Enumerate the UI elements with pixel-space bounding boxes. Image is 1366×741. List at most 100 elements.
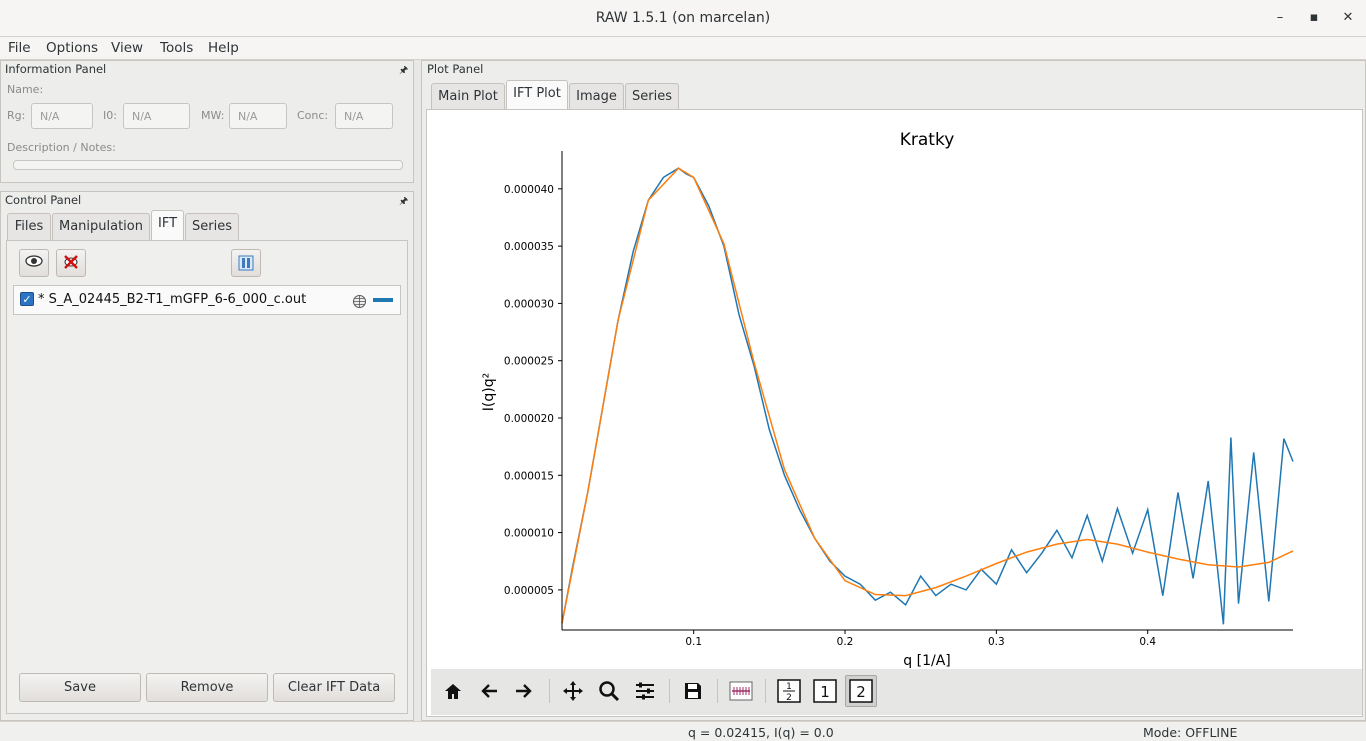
svg-text:1: 1 xyxy=(820,683,830,701)
hide-eye-icon xyxy=(64,255,78,269)
name-label: Name: xyxy=(7,83,44,96)
menu-options[interactable]: Options xyxy=(46,40,98,56)
menu-file[interactable]: File xyxy=(8,40,31,56)
conc-field[interactable]: N/A xyxy=(335,103,393,129)
configure-subplots-button[interactable] xyxy=(629,675,661,707)
rg-field[interactable]: N/A xyxy=(31,103,93,129)
toolbar-separator xyxy=(669,679,670,703)
tab-ift-plot[interactable]: IFT Plot xyxy=(506,80,568,110)
save-figure-button[interactable] xyxy=(677,675,709,707)
zoom-button[interactable] xyxy=(593,675,625,707)
pan-button[interactable] xyxy=(557,675,589,707)
pin-icon[interactable]: 🖈 xyxy=(399,194,408,211)
x-axis-label: q [1/A] xyxy=(903,653,950,669)
i0-field[interactable]: N/A xyxy=(123,103,190,129)
hide-all-button[interactable] xyxy=(56,249,86,277)
tab-manipulation[interactable]: Manipulation xyxy=(52,213,150,240)
arrow-right-icon xyxy=(516,684,532,698)
y-tick-label: 0.000030 xyxy=(504,298,554,310)
information-panel-title: Information Panel xyxy=(5,62,107,76)
magnifier-icon xyxy=(599,681,620,702)
eye-icon xyxy=(25,255,43,267)
toolbar-separator xyxy=(765,679,766,703)
title-bar: RAW 1.5.1 (on marcelan) – ▪ ✕ xyxy=(0,0,1366,37)
y-tick-label: 0.000010 xyxy=(504,528,554,540)
close-button[interactable]: ✕ xyxy=(1337,8,1359,28)
y-axis-label: I(q)q² xyxy=(481,373,497,411)
forward-button[interactable] xyxy=(508,675,540,707)
pin-icon[interactable]: 🖈 xyxy=(399,63,408,80)
tab-series[interactable]: Series xyxy=(625,83,679,110)
y-tick-label: 0.000035 xyxy=(504,241,554,253)
remove-button[interactable]: Remove xyxy=(146,673,268,702)
home-icon xyxy=(445,684,461,699)
plot-2-icon: 2 xyxy=(849,679,873,703)
arrow-left-icon xyxy=(481,684,497,698)
minimize-button[interactable]: – xyxy=(1269,8,1291,28)
sliders-icon xyxy=(636,682,654,700)
clear-ift-data-button[interactable]: Clear IFT Data xyxy=(273,673,395,702)
globe-icon[interactable] xyxy=(352,294,367,309)
show-both-plots-button[interactable]: 12 xyxy=(773,675,805,707)
x-tick-label: 0.1 xyxy=(685,636,702,648)
rg-label: Rg: xyxy=(7,109,26,122)
show-all-button[interactable] xyxy=(19,249,49,277)
menu-help[interactable]: Help xyxy=(208,40,239,56)
y-tick-label: 0.000025 xyxy=(504,356,554,368)
error-bars-button[interactable] xyxy=(725,675,757,707)
x-tick-label: 0.4 xyxy=(1139,636,1156,648)
list-item[interactable]: ✓ * S_A_02445_B2-T1_mGFP_6-6_000_c.out xyxy=(13,285,401,315)
tab-ift[interactable]: IFT xyxy=(151,210,184,240)
kratky-chart: 0.1 0.2 0.3 0.4 0.000005 0.000010 0.000015 0.00… xyxy=(481,130,1294,669)
i0-label: I0: xyxy=(103,109,117,122)
item-checkbox[interactable]: ✓ xyxy=(20,292,34,306)
save-button[interactable]: Save xyxy=(19,673,141,702)
y-tick-label: 0.000040 xyxy=(504,184,554,196)
description-label: Description / Notes: xyxy=(7,141,116,154)
back-button[interactable] xyxy=(473,675,505,707)
y-tick-label: 0.000020 xyxy=(504,413,554,425)
information-panel: Information Panel 🖈 Name: Rg: N/A I0: N/… xyxy=(0,60,414,183)
plot-1-icon: 1 xyxy=(813,679,837,703)
chart-title: Kratky xyxy=(900,130,955,150)
mw-field[interactable]: N/A xyxy=(229,103,287,129)
svg-text:2: 2 xyxy=(856,683,866,701)
plot-panel-title: Plot Panel xyxy=(427,62,484,76)
cursor-coordinates: q = 0.02415, I(q) = 0.0 xyxy=(688,725,834,740)
tab-image[interactable]: Image xyxy=(569,83,624,110)
two-subplots-icon: 12 xyxy=(777,679,801,703)
description-field[interactable] xyxy=(13,160,403,170)
series-line-1 xyxy=(561,167,1294,625)
toolbar-separator xyxy=(549,679,550,703)
tab-files[interactable]: Files xyxy=(7,213,51,240)
error-bars-icon xyxy=(729,681,753,701)
y-tick-label: 0.000005 xyxy=(504,585,554,597)
collapse-all-button[interactable] xyxy=(231,249,261,277)
item-filename: * S_A_02445_B2-T1_mGFP_6-6_000_c.out xyxy=(38,292,307,307)
maximize-button[interactable]: ▪ xyxy=(1303,8,1325,28)
columns-icon xyxy=(238,255,254,271)
status-bar: q = 0.02415, I(q) = 0.0 Mode: OFFLINE xyxy=(0,721,1366,741)
control-panel-title: Control Panel xyxy=(5,193,82,207)
menu-view[interactable]: View xyxy=(111,40,143,56)
home-button[interactable] xyxy=(437,675,469,707)
show-plot-1-button[interactable]: 1 xyxy=(809,675,841,707)
y-tick-label: 0.000015 xyxy=(504,470,554,482)
tab-series[interactable]: Series xyxy=(185,213,239,240)
x-tick-label: 0.2 xyxy=(837,636,854,648)
window-title: RAW 1.5.1 (on marcelan) xyxy=(595,10,771,26)
series-line-2 xyxy=(561,167,1294,624)
svg-text:2: 2 xyxy=(786,693,792,703)
x-tick-label: 0.3 xyxy=(988,636,1005,648)
line-color-swatch[interactable] xyxy=(373,298,393,302)
floppy-disk-icon xyxy=(685,683,701,699)
move-icon xyxy=(563,681,583,701)
mw-label: MW: xyxy=(201,109,225,122)
toolbar-separator xyxy=(717,679,718,703)
conc-label: Conc: xyxy=(297,109,329,122)
show-plot-2-button[interactable]: 2 xyxy=(845,675,877,707)
tab-main-plot[interactable]: Main Plot xyxy=(431,83,505,110)
menu-bar: File Options View Tools Help xyxy=(0,37,1366,60)
menu-tools[interactable]: Tools xyxy=(160,40,193,56)
mode-status: Mode: OFFLINE xyxy=(1143,725,1238,740)
